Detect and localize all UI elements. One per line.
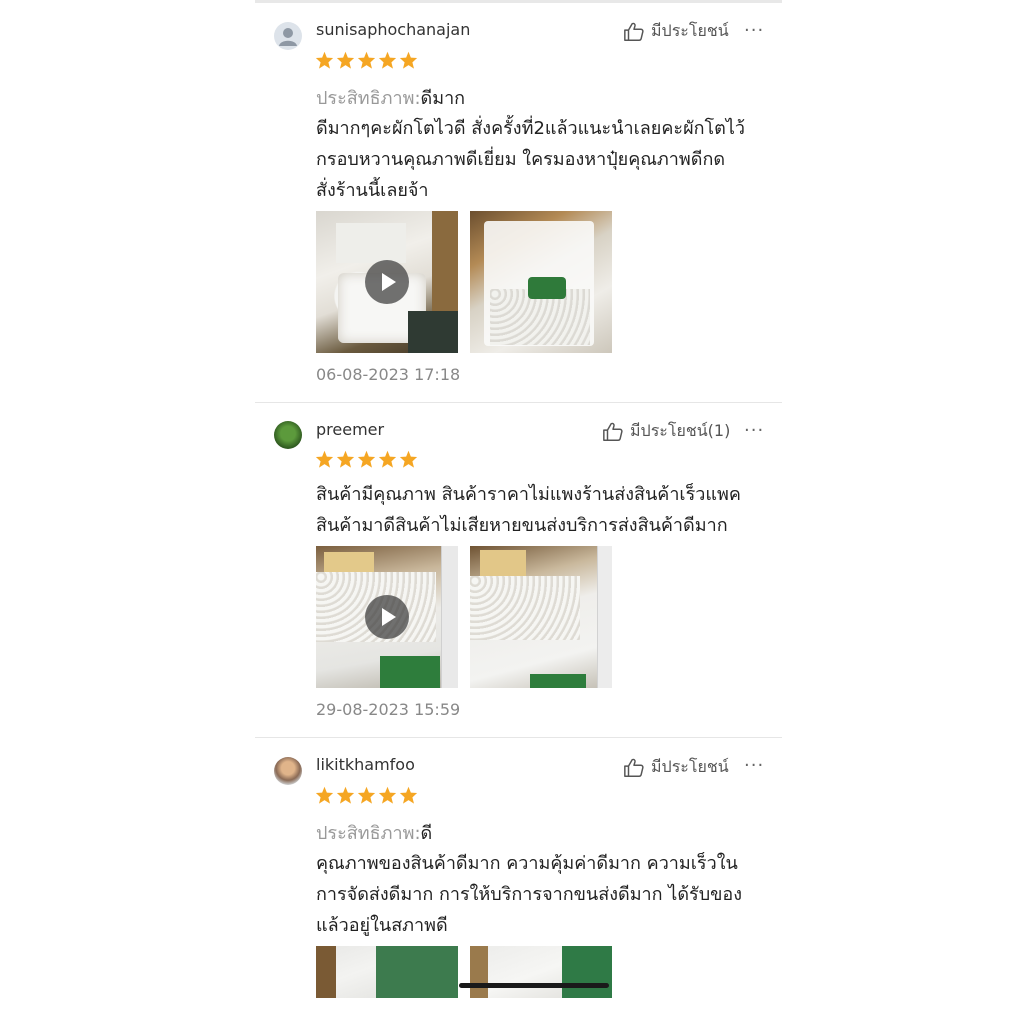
thumbs-up-icon bbox=[624, 758, 644, 777]
star-rating bbox=[315, 450, 418, 468]
star-icon bbox=[378, 786, 397, 804]
review-text-line: การจัดส่งดีมาก การให้บริการจากขนส่งดีมาก… bbox=[316, 884, 743, 905]
reviews-screen: sunisaphochanajan มีประโยชน์ ··· ประสิทธ… bbox=[0, 0, 1024, 1024]
review-text-line: สินค้ามาดีสินค้าไม่เสียหายขนส่งบริการส่ง… bbox=[316, 515, 728, 536]
helpful-button[interactable]: มีประโยชน์ bbox=[623, 19, 729, 44]
star-rating bbox=[315, 786, 418, 804]
review-text-line: กรอบหวานคุณภาพดีเยี่ยม ใครมองหาปุ๋ยคุณภา… bbox=[316, 149, 726, 170]
review-text: สินค้ามีคุณภาพ สินค้าราคาไม่แพงร้านส่งสิ… bbox=[316, 479, 776, 541]
performance-value: ดี bbox=[420, 823, 433, 844]
review-text-line: แล้วอยู่ในสภาพดี bbox=[316, 915, 448, 936]
avatar[interactable] bbox=[274, 757, 302, 785]
star-icon bbox=[315, 51, 334, 69]
review-text-line: สินค้ามีคุณภาพ สินค้าราคาไม่แพงร้านส่งสิ… bbox=[316, 484, 741, 505]
review-text-line: คุณภาพของสินค้าดีมาก ความคุ้มค่าดีมาก คว… bbox=[316, 853, 738, 874]
performance-value: ดีมาก bbox=[420, 88, 466, 109]
star-icon bbox=[336, 51, 355, 69]
star-icon bbox=[399, 786, 418, 804]
avatar[interactable] bbox=[274, 22, 302, 50]
review-item: preemer มีประโยชน์(1) ··· สินค้ามีคุณภาพ… bbox=[255, 403, 782, 737]
star-icon bbox=[399, 51, 418, 69]
review-photo-thumbnail[interactable] bbox=[470, 946, 612, 998]
review-item: likitkhamfoo มีประโยชน์ ··· ประสิทธิภาพ:… bbox=[255, 738, 782, 1024]
star-icon bbox=[357, 786, 376, 804]
performance-rating: ประสิทธิภาพ:ดี bbox=[316, 818, 432, 847]
avatar[interactable] bbox=[274, 421, 302, 449]
more-options-icon[interactable]: ··· bbox=[744, 755, 764, 776]
review-text-line: สั่งร้านนี้เลยจ้า bbox=[316, 180, 429, 201]
performance-rating: ประสิทธิภาพ:ดีมาก bbox=[316, 83, 465, 112]
review-text: ดีมากๆคะผักโตไวดี สั่งครั้งที่2แล้วแนะนำ… bbox=[316, 113, 776, 206]
default-user-icon bbox=[279, 28, 297, 46]
review-date: 06-08-2023 17:18 bbox=[316, 365, 461, 384]
performance-label: ประสิทธิภาพ: bbox=[316, 88, 421, 109]
home-indicator[interactable] bbox=[459, 983, 609, 988]
thumbs-up-icon bbox=[624, 22, 644, 41]
star-icon bbox=[357, 51, 376, 69]
star-rating bbox=[315, 51, 418, 69]
reviewer-name[interactable]: sunisaphochanajan bbox=[316, 20, 470, 39]
star-icon bbox=[315, 450, 334, 468]
helpful-button[interactable]: มีประโยชน์ bbox=[623, 755, 729, 780]
reviewer-name[interactable]: likitkhamfoo bbox=[316, 755, 415, 774]
performance-label: ประสิทธิภาพ: bbox=[316, 823, 421, 844]
review-text-line: ดีมากๆคะผักโตไวดี สั่งครั้งที่2แล้วแนะนำ… bbox=[316, 118, 746, 139]
star-icon bbox=[357, 450, 376, 468]
star-icon bbox=[315, 786, 334, 804]
review-date: 29-08-2023 15:59 bbox=[316, 700, 461, 719]
review-photo-thumbnail[interactable] bbox=[470, 546, 612, 688]
helpful-label: มีประโยชน์(1) bbox=[630, 421, 731, 440]
review-video-thumbnail[interactable] bbox=[316, 546, 458, 688]
reviewer-name[interactable]: preemer bbox=[316, 420, 384, 439]
play-icon[interactable] bbox=[365, 595, 409, 639]
review-item: sunisaphochanajan มีประโยชน์ ··· ประสิทธ… bbox=[255, 0, 782, 402]
more-options-icon[interactable]: ··· bbox=[744, 20, 764, 41]
review-list[interactable]: sunisaphochanajan มีประโยชน์ ··· ประสิทธ… bbox=[255, 0, 782, 1024]
helpful-button[interactable]: มีประโยชน์(1) bbox=[602, 419, 730, 444]
more-options-icon[interactable]: ··· bbox=[744, 420, 764, 441]
play-icon[interactable] bbox=[365, 260, 409, 304]
helpful-label: มีประโยชน์ bbox=[651, 757, 729, 776]
thumbs-up-icon bbox=[603, 422, 623, 441]
star-icon bbox=[378, 51, 397, 69]
review-video-thumbnail[interactable] bbox=[316, 211, 458, 353]
review-photo-thumbnail[interactable] bbox=[470, 211, 612, 353]
star-icon bbox=[336, 450, 355, 468]
review-text: คุณภาพของสินค้าดีมาก ความคุ้มค่าดีมาก คว… bbox=[316, 848, 776, 941]
star-icon bbox=[399, 450, 418, 468]
review-photo-thumbnail[interactable] bbox=[316, 946, 458, 998]
star-icon bbox=[378, 450, 397, 468]
star-icon bbox=[336, 786, 355, 804]
helpful-label: มีประโยชน์ bbox=[651, 21, 729, 40]
